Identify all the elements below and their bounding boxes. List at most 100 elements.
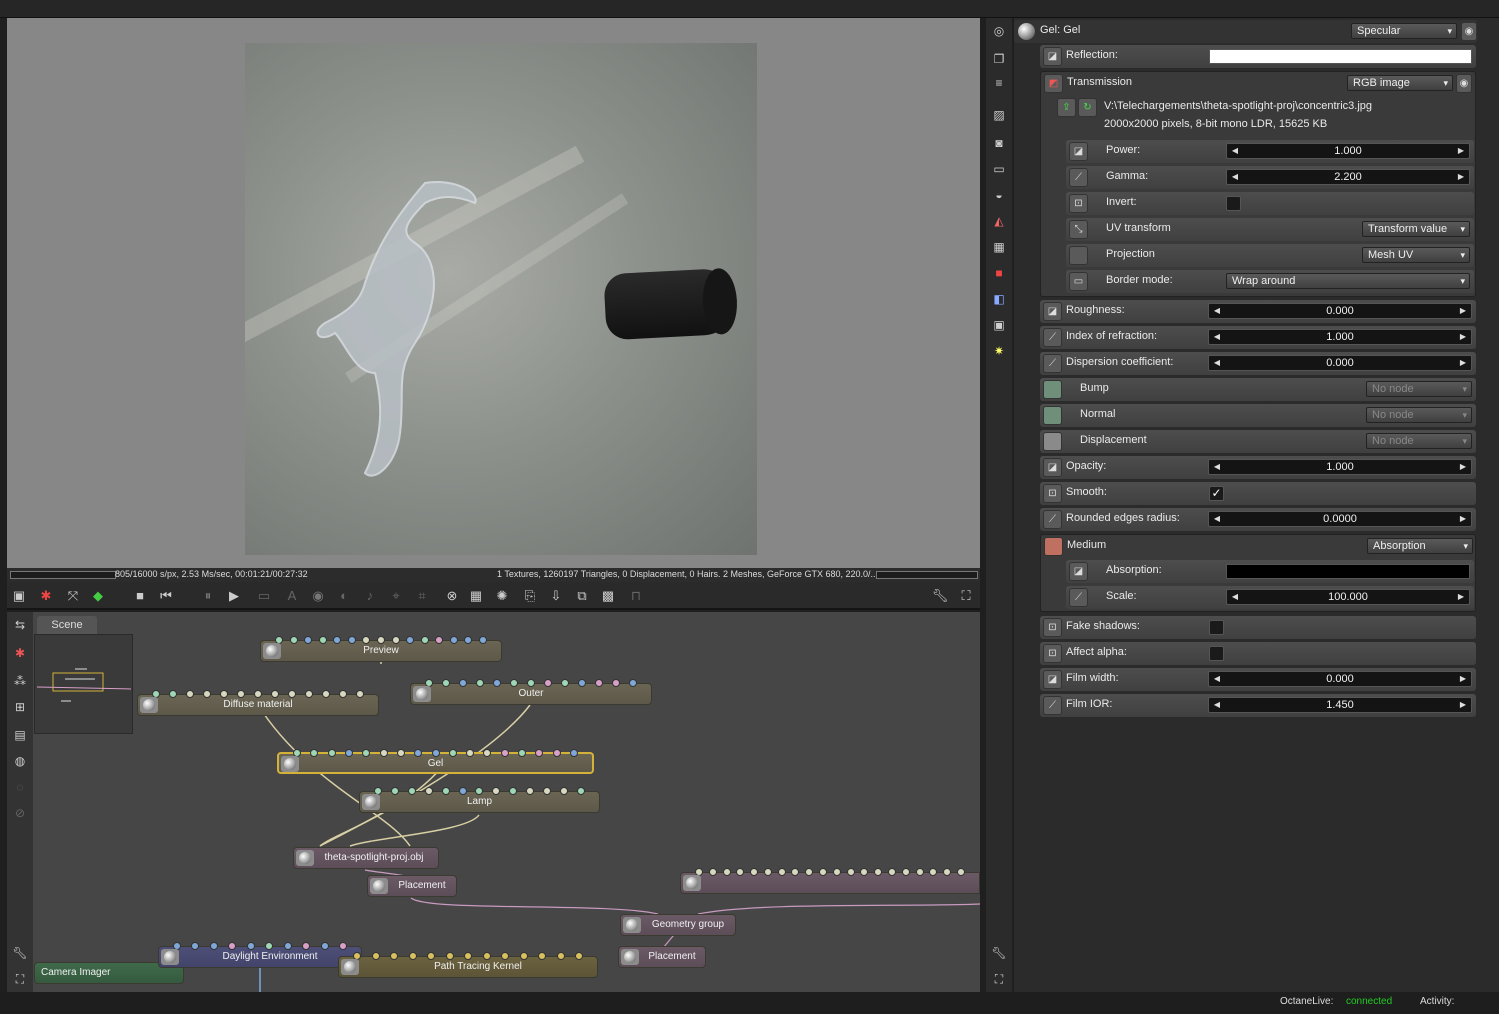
cleanup-icon[interactable]: ✱ [11,644,29,662]
rounded-edges-row[interactable]: ⟋ Rounded edges radius: ◀ 0.0000 ▶ [1040,508,1476,531]
medium-label[interactable]: Medium [1067,539,1106,551]
sub-sampling-icon[interactable]: ✺ [493,587,511,605]
float-pin-icon[interactable]: ⟋ [1043,328,1062,347]
uv-transform-row[interactable]: ⤡ UV transform Transform value [1066,218,1474,241]
transmission-type-dropdown[interactable]: RGB image [1347,75,1453,91]
float-pin-icon[interactable]: ⟋ [1069,168,1088,187]
graph-settings-icon[interactable]: ▤ [11,726,29,744]
rounded-edges-slider[interactable]: ◀ 0.0000 ▶ [1208,511,1472,527]
screenshot-icon[interactable]: ▣ [10,587,28,605]
inspector-wrench-icon[interactable]: 🔧︎ [990,944,1008,962]
af-icon[interactable]: A [283,587,301,605]
dispersion-row[interactable]: ⟋ Dispersion coefficient: ◀ 0.000 ▶ [1040,352,1476,375]
camera-target-icon[interactable]: ⌖ [387,587,405,605]
enum-pin-icon[interactable]: ▭ [1069,272,1088,291]
node-outer[interactable]: Outer [410,679,652,705]
node-geometry-group[interactable]: Geometry group [620,914,736,936]
material-type-dropdown[interactable]: Specular [1351,23,1457,39]
import-icon[interactable]: ⇩ [547,587,565,605]
graph-lock-icon[interactable]: ⊘ [11,804,29,822]
environment-sphere-icon[interactable]: ◒ [990,186,1008,204]
reflection-row[interactable]: ◪ Reflection: [1040,45,1476,68]
border-mode-dropdown[interactable]: Wrap around [1226,273,1470,289]
bump-row[interactable]: Bump No node [1040,378,1476,401]
layers-icon[interactable]: ❐ [990,50,1008,68]
float-pin-icon[interactable]: ◪ [1043,458,1062,477]
camera-icon[interactable]: ◙ [990,134,1008,152]
arrange-icon[interactable]: ⇆ [11,616,29,634]
fake-shadows-row[interactable]: ⊡ Fake shadows: [1040,616,1476,639]
float-pin-icon[interactable]: ◪ [1043,670,1062,689]
pause-button[interactable]: ⏸ [199,587,217,605]
graph-wrench-icon[interactable]: 🔧︎ [11,944,29,962]
invert-checkbox[interactable] [1226,196,1241,211]
node-lamp[interactable]: Lamp [359,787,600,813]
roughness-row[interactable]: ◪ Roughness: ◀ 0.000 ▶ [1040,300,1476,323]
node-placement-2[interactable]: Placement [618,946,706,968]
graph-tree-icon[interactable]: ⊞ [11,698,29,716]
tab-scene[interactable]: Scene [37,616,97,634]
material-drop-icon[interactable]: ◭ [990,212,1008,230]
render-target-icon[interactable]: ◎ [990,22,1008,40]
opacity-row[interactable]: ◪ Opacity: ◀ 1.000 ▶ [1040,456,1476,479]
uv-transform-dropdown[interactable]: Transform value [1362,221,1470,237]
denoise-icon[interactable]: ▩ [599,587,617,605]
normal-dropdown[interactable]: No node [1366,407,1472,423]
inspector-fullscreen-icon[interactable]: ⛶ [990,970,1008,988]
normal-row[interactable]: Normal No node [1040,404,1476,427]
dispersion-slider[interactable]: ◀ 0.000 ▶ [1208,355,1472,371]
projection-row[interactable]: Projection Mesh UV [1066,244,1474,267]
smooth-checkbox[interactable]: ✓ [1209,486,1224,501]
load-file-icon[interactable]: ⇪ [1057,98,1076,117]
smooth-row[interactable]: ⊡ Smooth: ✓ [1040,482,1476,505]
medium-pin-icon[interactable] [1044,537,1063,556]
scale-row[interactable]: ⟋ Scale: ◀ 100.000 ▶ [1066,586,1474,609]
border-mode-row[interactable]: ▭ Border mode: Wrap around [1066,270,1474,293]
start-button[interactable]: ▶ [225,587,243,605]
ior-slider[interactable]: ◀ 1.000 ▶ [1208,329,1472,345]
scale-slider[interactable]: ◀ 100.000 ▶ [1226,589,1470,605]
export-icon[interactable]: ⧉ [573,587,591,605]
graph-minimap[interactable] [34,634,133,734]
texture-pin-icon[interactable] [1043,406,1062,425]
reload-file-icon[interactable]: ↻ [1078,98,1097,117]
node-daylight-environment[interactable]: Daylight Environment [158,942,362,968]
monitor-icon[interactable]: ▭ [990,160,1008,178]
transmission-eye-icon[interactable]: ◉ [1456,74,1472,93]
gamma-slider[interactable]: ◀ 2.200 ▶ [1226,169,1470,185]
projection-dropdown[interactable]: Mesh UV [1362,247,1470,263]
eye-icon[interactable]: ◉ [1461,22,1477,41]
displacement-pin-icon[interactable] [1043,432,1062,451]
film-width-slider[interactable]: ◀ 0.000 ▶ [1208,671,1472,687]
roughness-slider[interactable]: ◀ 0.000 ▶ [1208,303,1472,319]
fullscreen-icon[interactable]: ⛶ [957,587,975,605]
opacity-slider[interactable]: ◀ 1.000 ▶ [1208,459,1472,475]
node-diffuse-material[interactable]: Diffuse material [137,690,379,716]
float-pin-icon[interactable]: ◪ [1069,142,1088,161]
object-pick-icon[interactable]: ♪ [361,587,379,605]
image-icon[interactable]: ▨ [990,106,1008,124]
affect-alpha-row[interactable]: ⊡ Affect alpha: [1040,642,1476,665]
node-gel[interactable]: Gel [277,749,594,774]
invert-row[interactable]: ⊡ Invert: [1066,192,1474,215]
float-pin-icon[interactable]: ⟋ [1069,588,1088,607]
material-pick-icon[interactable]: ◐ [335,587,353,605]
bump-dropdown[interactable]: No node [1366,381,1472,397]
bool-pin-icon[interactable]: ⊡ [1043,484,1062,503]
picture-icon[interactable]: ▣ [990,316,1008,334]
ior-row[interactable]: ⟋ Index of refraction: ◀ 1.000 ▶ [1040,326,1476,349]
graph-layout-icon[interactable]: ⁂ [11,672,29,690]
float-pin-icon[interactable]: ◪ [1043,302,1062,321]
bool-pin-icon[interactable]: ⊡ [1043,618,1062,637]
film-ior-slider[interactable]: ◀ 1.450 ▶ [1208,697,1472,713]
wrench-icon[interactable]: 🔧︎ [931,587,949,605]
node-placement-1[interactable]: Placement [367,875,457,897]
white-balance-icon[interactable]: ◉ [309,587,327,605]
stop-button[interactable]: ■ [131,587,149,605]
projection-pin-icon[interactable] [1069,246,1088,265]
list-icon[interactable]: ≡ [990,74,1008,92]
geometry-icon[interactable]: ◍ [11,752,29,770]
cube-icon[interactable]: ■ [990,264,1008,282]
color-pin-icon[interactable]: ◪ [1069,562,1088,581]
bool-pin-icon[interactable]: ⊡ [1043,644,1062,663]
